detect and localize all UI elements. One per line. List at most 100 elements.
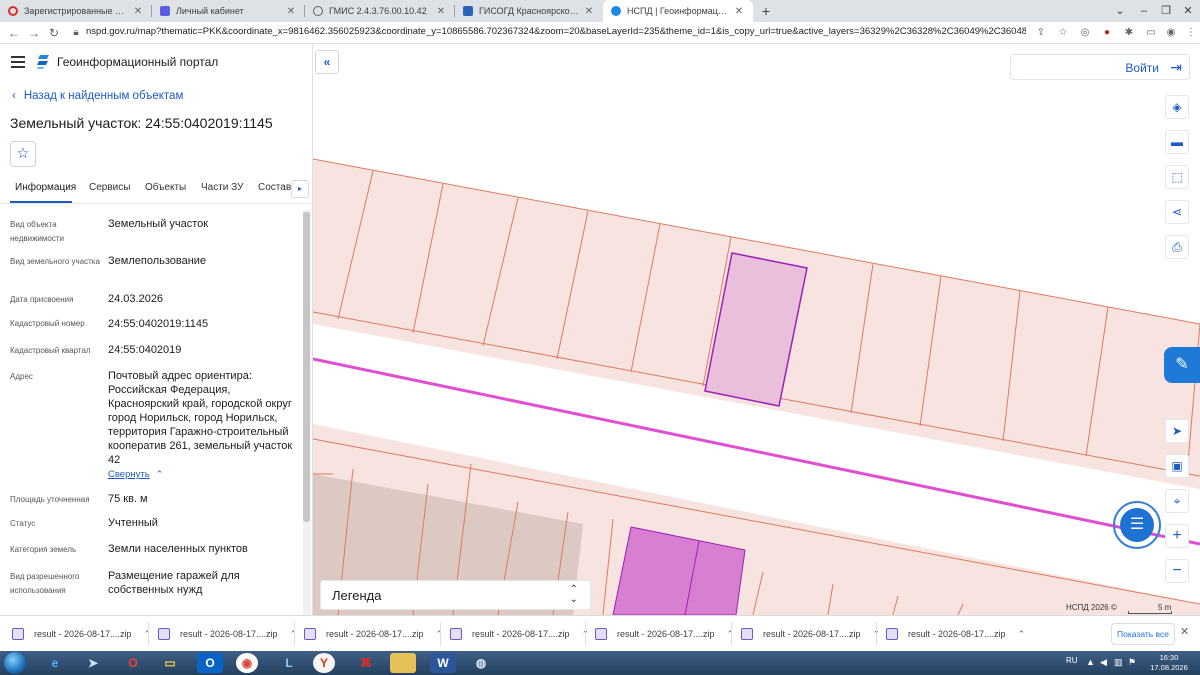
zoom-out-button[interactable]: − bbox=[1165, 559, 1189, 583]
tab-information[interactable]: Информация bbox=[15, 182, 76, 193]
close-icon[interactable]: ✕ bbox=[132, 6, 144, 17]
ublock-icon[interactable]: ● bbox=[1100, 26, 1114, 40]
tabs-scroll-right-button[interactable]: ▸ bbox=[291, 180, 309, 198]
flag-icon[interactable]: ⚑ bbox=[1128, 657, 1136, 668]
close-icon[interactable]: ✕ bbox=[1180, 625, 1189, 638]
extension-icon[interactable]: ◎ bbox=[1078, 26, 1092, 40]
outlook-icon[interactable]: O bbox=[197, 653, 223, 673]
puzzle-icon[interactable]: ✱ bbox=[1122, 26, 1136, 40]
chrome-icon[interactable]: ◉ bbox=[236, 653, 258, 673]
back-arrow-icon[interactable]: ← bbox=[5, 24, 23, 42]
download-item[interactable]: result - 2026-08-17....zip⌃ bbox=[595, 625, 734, 643]
app-launcher-icon[interactable]: ➤ bbox=[80, 653, 106, 673]
tab-services[interactable]: Сервисы bbox=[89, 182, 130, 193]
browser-tab[interactable]: Личный кабинет ✕ bbox=[152, 0, 305, 22]
property-label: Кадастровый квартал bbox=[10, 346, 91, 355]
show-all-downloads-button[interactable]: Показать все bbox=[1111, 623, 1175, 645]
clock-time: 16:30 bbox=[1159, 653, 1179, 662]
lync-icon[interactable]: L bbox=[276, 653, 302, 673]
window-close-icon[interactable]: ✕ bbox=[1174, 0, 1200, 22]
cadastral-map[interactable] bbox=[313, 44, 1200, 615]
hamburger-menu-icon[interactable] bbox=[11, 56, 25, 68]
windows-taskbar: e ➤ O ▭ O ◉ L Y ⌘ W ◍ RU ▲ ◀ ▥ ⚑ 16:30 1… bbox=[0, 651, 1200, 675]
close-icon[interactable]: ✕ bbox=[285, 6, 297, 17]
opera-icon[interactable]: O bbox=[120, 653, 146, 673]
globe-icon bbox=[313, 6, 323, 16]
sidebar-icon[interactable]: ▭ bbox=[1144, 26, 1158, 40]
volume-icon[interactable]: ◀ bbox=[1100, 657, 1107, 668]
measure-button[interactable]: ▬ bbox=[1165, 130, 1189, 154]
lock-icon[interactable]: 🔒︎ bbox=[67, 24, 85, 42]
folder-icon[interactable] bbox=[390, 653, 416, 673]
chevron-right-icon: ▸ bbox=[297, 184, 302, 193]
archive-icon bbox=[304, 628, 316, 640]
tab-objects[interactable]: Объекты bbox=[145, 182, 186, 193]
start-button[interactable] bbox=[4, 652, 26, 674]
locate-button[interactable]: ➤ bbox=[1165, 419, 1189, 443]
object-info-panel: Геоинформационный портал ‹ Назад к найден… bbox=[0, 44, 313, 615]
archive-icon bbox=[741, 628, 753, 640]
tab-composition[interactable]: Состав bbox=[258, 182, 291, 193]
search-location-button[interactable]: ⌖ bbox=[1165, 489, 1189, 513]
download-filename: result - 2026-08-17....zip bbox=[617, 629, 715, 639]
show-hidden-icons-icon[interactable]: ▲ bbox=[1086, 657, 1095, 667]
favorite-button[interactable]: ☆ bbox=[10, 141, 36, 167]
assistant-icon: ✎ bbox=[1175, 356, 1189, 373]
layers-button[interactable]: ◈ bbox=[1165, 95, 1189, 119]
share-icon[interactable]: ⇪ bbox=[1034, 26, 1048, 40]
collapse-panel-button[interactable]: « bbox=[315, 50, 339, 74]
internet-explorer-icon[interactable]: e bbox=[42, 653, 68, 673]
panel-scrollbar-thumb[interactable] bbox=[303, 212, 310, 522]
legend-dropdown[interactable]: Легенда ⌃ ⌄ bbox=[320, 580, 591, 610]
browser-tab-active[interactable]: НСПД | Геоинформационный п ✕ bbox=[603, 0, 753, 22]
back-to-results-link[interactable]: ‹ Назад к найденным объектам bbox=[12, 90, 183, 102]
clock-date: 17.08.2026 bbox=[1150, 663, 1188, 672]
download-item[interactable]: result - 2026-08-17....zip⌃ bbox=[304, 625, 443, 643]
close-icon[interactable]: ✕ bbox=[733, 6, 745, 17]
print-button[interactable]: ⎙ bbox=[1165, 235, 1189, 259]
login-button[interactable]: Войти ⇥ bbox=[1010, 54, 1190, 80]
close-icon[interactable]: ✕ bbox=[583, 6, 595, 17]
minimap-button[interactable]: ▣ bbox=[1165, 454, 1189, 478]
scale-bar bbox=[1128, 611, 1172, 614]
map-canvas[interactable] bbox=[313, 44, 1200, 615]
file-explorer-icon[interactable]: ▭ bbox=[157, 653, 183, 673]
yandex-browser-icon[interactable]: Y bbox=[313, 653, 335, 673]
download-item[interactable]: result - 2026-08-17....zip⌃ bbox=[158, 625, 297, 643]
chat-button[interactable]: ☰ bbox=[1113, 501, 1161, 549]
new-tab-button[interactable]: + bbox=[758, 3, 774, 19]
download-item[interactable]: result - 2026-08-17....zip⌃ bbox=[12, 625, 151, 643]
word-icon[interactable]: W bbox=[430, 653, 456, 673]
download-item[interactable]: result - 2026-08-17....zip⌃ bbox=[741, 625, 880, 643]
collapse-address-link[interactable]: Свернуть ⌃ bbox=[108, 469, 163, 480]
download-item[interactable]: result - 2026-08-17....zip⌃ bbox=[886, 625, 1025, 643]
divider bbox=[148, 622, 149, 646]
assistant-button[interactable]: ✎ bbox=[1164, 347, 1200, 383]
star-icon[interactable]: ☆ bbox=[1056, 26, 1070, 40]
browser-tab[interactable]: Зарегистрированные сегодня ✕ bbox=[0, 0, 152, 22]
profile-icon[interactable]: ◉ bbox=[1164, 26, 1178, 40]
reload-icon[interactable]: ↻ bbox=[45, 24, 63, 42]
network-icon[interactable]: ▥ bbox=[1114, 657, 1123, 668]
close-icon[interactable]: ✕ bbox=[435, 6, 447, 17]
forward-arrow-icon[interactable]: → bbox=[25, 24, 43, 42]
download-filename: result - 2026-08-17....zip bbox=[472, 629, 570, 639]
select-area-button[interactable]: ⬚ bbox=[1165, 165, 1189, 189]
download-item[interactable]: result - 2026-08-17....zip⌃ bbox=[450, 625, 589, 643]
share-button[interactable]: ⋖ bbox=[1165, 200, 1189, 224]
clock[interactable]: 16:30 17.08.2026 bbox=[1150, 653, 1188, 673]
archive-icon bbox=[158, 628, 170, 640]
divider bbox=[731, 622, 732, 646]
acrobat-icon[interactable]: ⌘ bbox=[353, 653, 379, 673]
chevron-up-icon[interactable]: ⌃ bbox=[1018, 629, 1026, 640]
language-indicator[interactable]: RU bbox=[1066, 656, 1078, 665]
browser-tab[interactable]: ГИСОГД Красноярского края ✕ bbox=[455, 0, 603, 22]
network-app-icon[interactable]: ◍ bbox=[468, 653, 494, 673]
menu-icon[interactable]: ⋮ bbox=[1184, 26, 1198, 40]
url-field[interactable]: nspd.gov.ru/map?thematic=PKK&coordinate_… bbox=[86, 26, 1026, 40]
select-area-icon: ⬚ bbox=[1171, 170, 1183, 184]
cabinet-icon bbox=[160, 6, 170, 16]
browser-tab[interactable]: ГМИС 2.4.3.76.00.10.42 ✕ bbox=[305, 0, 455, 22]
zoom-in-button[interactable]: + bbox=[1165, 524, 1189, 548]
tab-parts[interactable]: Части ЗУ bbox=[201, 182, 243, 193]
